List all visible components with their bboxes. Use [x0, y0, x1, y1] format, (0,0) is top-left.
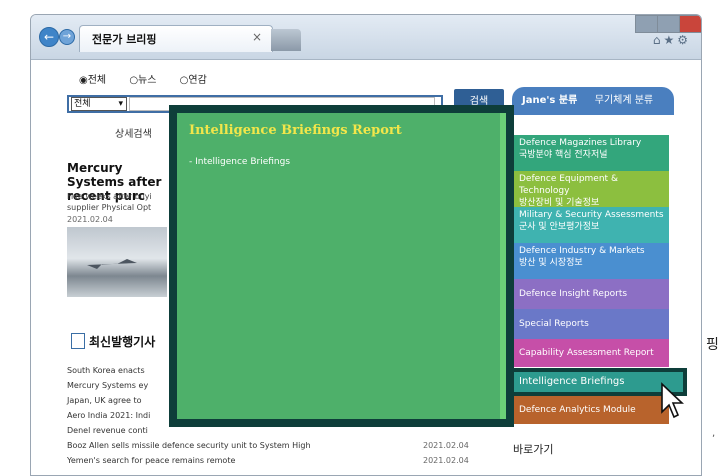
janes-category-tab[interactable]: Jane's 분류: [522, 95, 577, 106]
edge-mark: ,: [712, 428, 716, 439]
category-capability-assessment[interactable]: Capability Assessment Report: [509, 339, 669, 367]
briefing-dropdown-panel: Intelligence Briefings Report - Intellig…: [169, 105, 514, 427]
radio-all[interactable]: ◉전체: [79, 75, 106, 86]
category-equipment-technology[interactable]: Defence Equipment & Technology 방산장비 및 기술정…: [509, 171, 669, 208]
shortcut-label: 바로가기: [513, 443, 554, 456]
detail-search-link[interactable]: 상세검색: [115, 125, 152, 140]
tab-title: 전문가 브리핑: [92, 33, 157, 46]
select-value: 전체: [74, 99, 91, 109]
category-insight-reports[interactable]: Defence Insight Reports: [509, 279, 669, 309]
category-toggle[interactable]: Jane's 분류 무기체계 분류: [512, 87, 674, 115]
edge-text: 핑: [706, 337, 719, 353]
search-scope-select[interactable]: 전체 ▾: [71, 97, 127, 111]
panel-link-intelligence-briefings[interactable]: - Intelligence Briefings: [189, 157, 290, 167]
jet-image: [87, 259, 137, 269]
list-item[interactable]: Yemen's search for peace remains remote 2…: [67, 453, 487, 468]
chevron-down-icon: ▾: [118, 99, 123, 109]
panel-title: Intelligence Briefings Report: [189, 123, 402, 138]
featured-news-desc: Five weeks after buyi supplier Physical …: [67, 192, 152, 212]
search-scope-radios: ◉전체 ○뉴스 ○연감: [79, 71, 227, 86]
featured-news-date: 2021.02.04: [67, 215, 113, 224]
category-industry-markets[interactable]: Defence Industry & Markets 방산 및 시장정보: [509, 243, 669, 279]
category-military-security[interactable]: Military & Security Assessments 군사 및 안보평가…: [509, 207, 669, 243]
maximize-icon[interactable]: [657, 15, 681, 33]
browser-tab[interactable]: 전문가 브리핑 ×: [79, 25, 273, 52]
list-item[interactable]: Booz Allen sells missile defence securit…: [67, 438, 487, 453]
radio-yearbook[interactable]: ○연감: [180, 75, 207, 86]
browser-window: ← → 전문가 브리핑 × ⌂★⚙ ◉전체 ○뉴스 ○연감 전체 ▾ 검색 Ja…: [30, 14, 702, 476]
minimize-icon[interactable]: [635, 15, 659, 33]
back-icon[interactable]: ←: [39, 27, 59, 47]
radio-news[interactable]: ○뉴스: [129, 75, 156, 86]
window-close-icon[interactable]: [679, 15, 701, 33]
browser-titlebar: ← → 전문가 브리핑 × ⌂★⚙: [31, 15, 701, 60]
mouse-cursor-icon: [661, 382, 684, 419]
category-analytics-module[interactable]: Defence Analytics Module: [509, 396, 669, 424]
toolbar-icons[interactable]: ⌂★⚙: [653, 33, 691, 47]
latest-articles-title: 최신발행기사: [89, 335, 156, 349]
forward-icon[interactable]: →: [59, 29, 75, 45]
category-defence-magazines[interactable]: Defence Magazines Library 국방분야 핵심 전자저널: [509, 135, 669, 171]
category-special-reports[interactable]: Special Reports: [509, 309, 669, 339]
close-icon[interactable]: ×: [252, 30, 262, 44]
list-icon: [71, 333, 85, 349]
briefing-panel-body: Intelligence Briefings Report - Intellig…: [177, 113, 506, 419]
featured-news-image[interactable]: [67, 227, 167, 297]
new-tab-button[interactable]: [271, 29, 301, 51]
weapon-category-tab[interactable]: 무기체계 분류: [595, 95, 653, 106]
